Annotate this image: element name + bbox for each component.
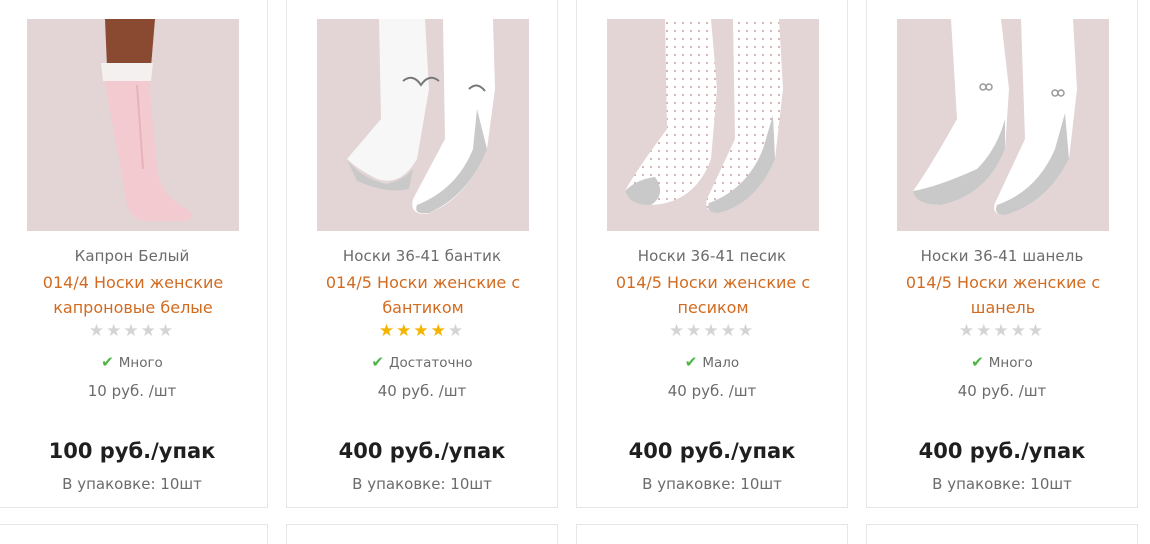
product-card-next-row bbox=[576, 524, 848, 544]
product-subtitle: Носки 36-41 шанель bbox=[920, 247, 1084, 265]
product-title-link[interactable]: 014/4 Носки женские капроновые белые bbox=[17, 270, 249, 320]
star-icon[interactable]: ★ bbox=[669, 321, 686, 341]
rating-stars[interactable]: ★★★★★ bbox=[867, 321, 1137, 341]
product-card: Носки 36-41 шанель 014/5 Носки женские с… bbox=[866, 0, 1138, 508]
star-icon[interactable]: ★ bbox=[141, 321, 158, 341]
product-card: Носки 36-41 бантик 014/5 Носки женские с… bbox=[286, 0, 558, 508]
product-card-next-row bbox=[0, 524, 268, 544]
pack-quantity: В упаковке: 10шт bbox=[932, 475, 1072, 493]
pack-quantity: В упаковке: 10шт bbox=[62, 475, 202, 493]
stock-label: Достаточно bbox=[389, 355, 473, 371]
star-icon[interactable]: ★ bbox=[703, 321, 720, 341]
star-icon[interactable]: ★ bbox=[89, 321, 106, 341]
pack-price: 400 руб./упак bbox=[918, 439, 1086, 463]
pack-price: 400 руб./упак bbox=[338, 439, 506, 463]
pack-quantity: В упаковке: 10шт bbox=[352, 475, 492, 493]
product-title-link[interactable]: 014/5 Носки женские с песиком bbox=[597, 270, 829, 320]
unit-price: 40 руб. /шт bbox=[377, 382, 467, 400]
pack-quantity: В упаковке: 10шт bbox=[642, 475, 782, 493]
pack-price: 400 руб./упак bbox=[628, 439, 796, 463]
star-icon[interactable]: ★ bbox=[976, 321, 993, 341]
stock-status: ✔ Много bbox=[867, 353, 1137, 371]
star-icon[interactable]: ★ bbox=[993, 321, 1010, 341]
check-icon: ✔ bbox=[371, 353, 384, 371]
unit-price: 40 руб. /шт bbox=[667, 382, 757, 400]
check-icon: ✔ bbox=[971, 353, 984, 371]
star-icon[interactable]: ★ bbox=[448, 321, 465, 341]
star-icon[interactable]: ★ bbox=[1028, 321, 1045, 341]
stock-label: Мало bbox=[702, 355, 740, 371]
check-icon: ✔ bbox=[101, 353, 114, 371]
product-card-next-row bbox=[866, 524, 1138, 544]
star-icon[interactable]: ★ bbox=[686, 321, 703, 341]
unit-price: 10 руб. /шт bbox=[87, 382, 177, 400]
check-icon: ✔ bbox=[684, 353, 698, 371]
star-icon[interactable]: ★ bbox=[738, 321, 755, 341]
star-icon[interactable]: ★ bbox=[413, 321, 430, 341]
product-subtitle: Носки 36-41 бантик bbox=[342, 247, 502, 265]
star-icon[interactable]: ★ bbox=[959, 321, 976, 341]
star-icon[interactable]: ★ bbox=[431, 321, 448, 341]
pack-price: 100 руб./упак bbox=[48, 439, 216, 463]
star-icon[interactable]: ★ bbox=[379, 321, 396, 341]
star-icon[interactable]: ★ bbox=[1011, 321, 1028, 341]
product-title-link[interactable]: 014/5 Носки женские с бантиком bbox=[307, 270, 539, 320]
product-title-link[interactable]: 014/5 Носки женские с шанель bbox=[887, 270, 1119, 320]
product-image[interactable] bbox=[27, 19, 239, 231]
product-subtitle: Капрон Белый bbox=[74, 247, 190, 265]
star-icon[interactable]: ★ bbox=[158, 321, 175, 341]
star-icon[interactable]: ★ bbox=[106, 321, 123, 341]
stock-status: ✔ Много bbox=[0, 353, 267, 371]
product-image[interactable] bbox=[897, 19, 1109, 231]
star-icon[interactable]: ★ bbox=[123, 321, 140, 341]
rating-stars[interactable]: ★★★★★ bbox=[0, 321, 267, 341]
stock-label: Много bbox=[988, 355, 1033, 371]
rating-stars[interactable]: ★★★★★ bbox=[287, 321, 557, 341]
rating-stars[interactable]: ★★★★★ bbox=[577, 321, 847, 341]
stock-status: ✔ Мало bbox=[577, 353, 847, 371]
stock-label: Много bbox=[118, 355, 163, 371]
stock-status: ✔ Достаточно bbox=[287, 353, 557, 371]
unit-price: 40 руб. /шт bbox=[957, 382, 1047, 400]
product-card-next-row bbox=[286, 524, 558, 544]
product-image[interactable] bbox=[607, 19, 819, 231]
product-subtitle: Носки 36-41 песик bbox=[637, 247, 787, 265]
product-card: Капрон Белый 014/4 Носки женские капроно… bbox=[0, 0, 268, 508]
product-card: Носки 36-41 песик 014/5 Носки женские с … bbox=[576, 0, 848, 508]
star-icon[interactable]: ★ bbox=[396, 321, 413, 341]
star-icon[interactable]: ★ bbox=[721, 321, 738, 341]
product-image[interactable] bbox=[317, 19, 529, 231]
